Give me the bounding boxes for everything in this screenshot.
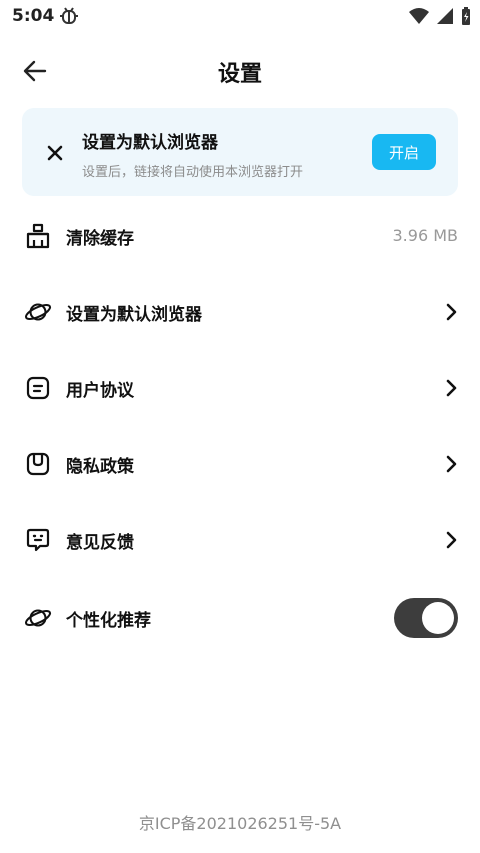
personalized-recommend-toggle[interactable] [394, 598, 458, 638]
status-bar: 5:04 [0, 0, 480, 36]
set-default-browser-item[interactable]: 设置为默认浏览器 [0, 274, 480, 350]
feedback-icon [24, 526, 52, 554]
planet-icon [24, 298, 52, 326]
user-agreement-item[interactable]: 用户协议 [0, 350, 480, 426]
banner-subtitle: 设置后，链接将自动使用本浏览器打开 [82, 165, 304, 180]
icp-license-text: 京ICP备2021026251号-5A [138, 814, 342, 833]
close-icon [47, 145, 63, 161]
status-icons [408, 6, 472, 26]
personalized-recommend-label: 个性化推荐 [66, 611, 151, 631]
page-title: 设置 [217, 62, 262, 87]
chevron-right-icon [442, 453, 460, 475]
clear-cache-item[interactable]: 清除缓存 3.96 MB [0, 198, 480, 274]
privacy-policy-item[interactable]: 隐私政策 [0, 426, 480, 502]
broom-icon [24, 222, 52, 250]
feedback-label: 意见反馈 [66, 533, 134, 553]
signal-icon [437, 8, 453, 24]
chevron-right-icon [442, 377, 460, 399]
document-icon [24, 374, 52, 402]
bug-icon [58, 5, 80, 31]
banner-close-button[interactable] [42, 140, 68, 166]
wifi-icon [409, 8, 429, 24]
default-browser-banner: 设置为默认浏览器 设置后，链接将自动使用本浏览器打开 开启 [22, 108, 458, 196]
chevron-right-icon [442, 529, 460, 551]
status-time: 5:04 [12, 6, 55, 26]
toggle-knob [422, 602, 454, 634]
settings-list: 清除缓存 3.96 MB 设置为默认浏览器 用户协议 隐私政策 意见反馈 个性化… [0, 198, 480, 658]
personalized-recommend-item: 个性化推荐 [0, 578, 480, 658]
planet-icon [24, 604, 52, 632]
privacy-policy-label: 隐私政策 [66, 457, 134, 477]
privacy-icon [24, 450, 52, 478]
user-agreement-label: 用户协议 [66, 381, 134, 401]
feedback-item[interactable]: 意见反馈 [0, 502, 480, 578]
header: 设置 [0, 44, 480, 96]
clear-cache-label: 清除缓存 [66, 229, 134, 249]
enable-button[interactable]: 开启 [372, 134, 436, 170]
battery-icon [462, 7, 470, 25]
cache-size-value: 3.96 MB [392, 226, 459, 245]
banner-title: 设置为默认浏览器 [82, 133, 218, 153]
chevron-right-icon [442, 301, 460, 323]
set-default-browser-label: 设置为默认浏览器 [66, 305, 202, 325]
